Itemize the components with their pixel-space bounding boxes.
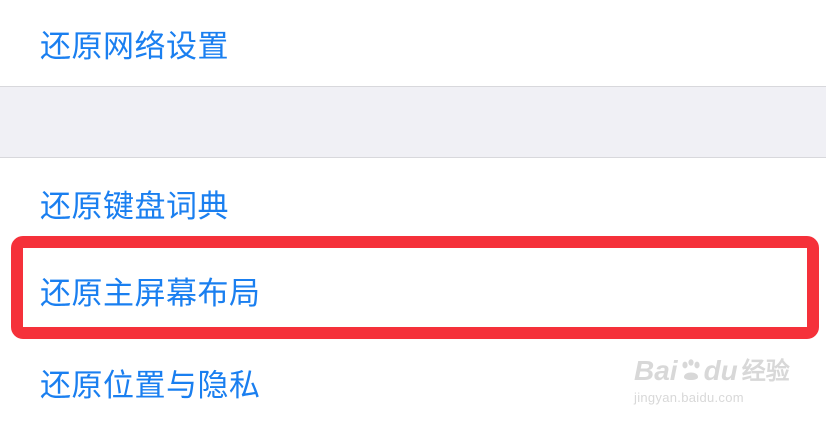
watermark-logo-left: Bai (634, 355, 678, 386)
highlight-annotation-box (11, 236, 819, 339)
paw-icon (681, 359, 700, 380)
reset-keyboard-dictionary-row[interactable]: 还原键盘词典 (0, 158, 826, 248)
settings-screen: 还原网络设置 还原键盘词典 还原主屏幕布局 还原位置与隐私 Bai du 经验 … (0, 0, 826, 431)
baidu-jingyan-watermark: Bai du 经验 jingyan.baidu.com (634, 356, 794, 416)
section-separator (0, 86, 826, 158)
watermark-url: jingyan.baidu.com (634, 390, 744, 405)
watermark-logo: Bai du 经验 (634, 356, 794, 386)
reset-network-settings-label: 还原网络设置 (40, 28, 229, 65)
reset-network-settings-row[interactable]: 还原网络设置 (0, 0, 826, 86)
reset-keyboard-dictionary-label: 还原键盘词典 (40, 188, 229, 225)
reset-location-privacy-label: 还原位置与隐私 (40, 367, 261, 404)
watermark-logo-suffix: 经验 (741, 357, 790, 385)
watermark-logo-right: du (703, 355, 738, 386)
